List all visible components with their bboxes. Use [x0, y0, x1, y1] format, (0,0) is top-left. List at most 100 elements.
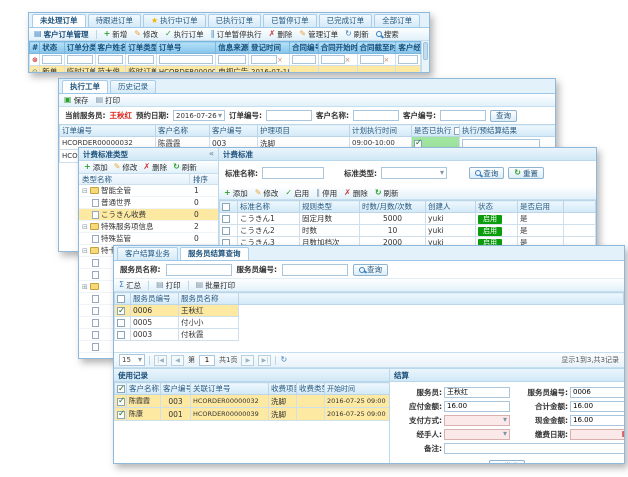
- page-size-select[interactable]: 15▾: [119, 354, 145, 366]
- last-page-button[interactable]: ▶|: [258, 355, 271, 366]
- cash-field[interactable]: [570, 415, 624, 426]
- attendant-field[interactable]: [444, 387, 510, 398]
- pay-button[interactable]: ✓缴费: [489, 460, 525, 464]
- collapse-icon[interactable]: «: [209, 150, 214, 158]
- usage-row[interactable]: 陈康 001 HCORDER00000039 洗脚 2016-07-25 09:…: [115, 408, 391, 421]
- tree-open-icon[interactable]: ⊟: [82, 223, 89, 231]
- column-header[interactable]: 标准名称: [238, 201, 300, 213]
- next-page-button[interactable]: ▶: [241, 355, 254, 366]
- customer-no-input[interactable]: [440, 110, 486, 121]
- column-header[interactable]: 信息来源: [216, 42, 249, 54]
- standard-name-input[interactable]: [262, 167, 324, 179]
- pay-method-select[interactable]: ▾: [444, 415, 510, 426]
- scrollbar-thumb[interactable]: [423, 42, 428, 60]
- total-field[interactable]: [570, 401, 624, 412]
- row-checkbox[interactable]: [222, 227, 230, 235]
- column-header[interactable]: 客户名称: [156, 125, 210, 137]
- row-checkbox[interactable]: [117, 319, 125, 327]
- column-header[interactable]: 关联订单号: [191, 383, 269, 395]
- payable-field[interactable]: [444, 401, 510, 412]
- column-header[interactable]: 合同截至时间: [357, 42, 396, 54]
- vertical-scrollbar[interactable]: [421, 41, 429, 73]
- filter-end-input[interactable]: [360, 55, 384, 64]
- filter-contract-input[interactable]: [292, 55, 316, 64]
- column-header[interactable]: 订单号: [156, 42, 215, 54]
- standard-row[interactable]: こうきん2 时数 10 yuki 启用 是: [220, 225, 596, 237]
- filter-status-input[interactable]: [42, 55, 62, 64]
- pause-order-button[interactable]: ∥订单暂停执行: [211, 29, 262, 40]
- column-header[interactable]: 客户编号: [210, 125, 258, 137]
- tab-paused-orders[interactable]: 已暂停订单: [263, 14, 317, 27]
- column-header[interactable]: 规则类型: [300, 201, 360, 213]
- column-header[interactable]: 登记时间: [249, 42, 290, 54]
- row-expander-icon[interactable]: ⊙: [32, 68, 38, 73]
- column-header[interactable]: 订单编号: [60, 125, 156, 137]
- tab-executing-orders[interactable]: ★执行中订单: [143, 14, 206, 27]
- column-header[interactable]: 客户姓名: [95, 42, 126, 54]
- row-checkbox[interactable]: [117, 398, 125, 406]
- add-type-button[interactable]: +添加: [84, 162, 108, 173]
- tree-node[interactable]: 特殊监管0: [79, 233, 218, 245]
- column-header[interactable]: 执行/预结算结果: [460, 125, 556, 137]
- customer-name-input[interactable]: [353, 110, 399, 121]
- filter-order-type-input[interactable]: [128, 55, 154, 64]
- column-header[interactable]: 状态: [476, 201, 518, 213]
- clear-icon[interactable]: ×: [277, 56, 283, 64]
- add-standard-button[interactable]: +添加: [224, 188, 248, 199]
- print-button[interactable]: ▤打印: [156, 280, 181, 291]
- add-order-button[interactable]: +新增: [104, 29, 128, 40]
- delete-standard-button[interactable]: ✗删除: [344, 188, 368, 199]
- pay-date-field[interactable]: ▦: [570, 429, 624, 440]
- tree-open-icon[interactable]: ⊟: [82, 247, 89, 255]
- filter-start-input[interactable]: [321, 55, 345, 64]
- column-header[interactable]: 护理项目: [258, 125, 350, 137]
- reset-button[interactable]: ↻重置: [508, 167, 544, 179]
- tab-customer-settlement[interactable]: 客户结算业务: [117, 247, 178, 260]
- disable-standard-button[interactable]: ∥停用: [316, 188, 337, 199]
- filter-source-input[interactable]: [218, 55, 246, 64]
- tree-node[interactable]: 普通世界0: [79, 197, 218, 209]
- summary-button[interactable]: Σ汇总: [119, 280, 141, 291]
- column-header[interactable]: [115, 293, 131, 305]
- save-button[interactable]: ▣保存: [64, 95, 89, 106]
- print-button[interactable]: ▤打印: [96, 95, 121, 106]
- column-header[interactable]: 状态: [40, 42, 65, 54]
- query-button[interactable]: 查询: [353, 264, 388, 276]
- query-button[interactable]: 查询: [469, 167, 504, 179]
- filter-regtime-input[interactable]: [251, 55, 277, 64]
- row-checkbox[interactable]: [117, 331, 125, 339]
- filter-order-no-input[interactable]: [159, 55, 213, 64]
- tab-history[interactable]: 历史记录: [110, 80, 156, 93]
- enable-standard-button[interactable]: ✓启用: [285, 188, 309, 199]
- column-header[interactable]: 客户名称: [127, 383, 161, 395]
- search-button[interactable]: 搜索: [376, 29, 399, 40]
- column-header[interactable]: 是否已执行: [412, 125, 460, 137]
- edit-type-button[interactable]: ✎修改: [114, 162, 138, 173]
- attendant-name-input[interactable]: [166, 264, 232, 276]
- row-checkbox[interactable]: [117, 307, 125, 315]
- column-header[interactable]: [115, 383, 127, 395]
- edit-standard-button[interactable]: ✎修改: [255, 188, 279, 199]
- column-header[interactable]: 客户经理: [396, 42, 421, 54]
- column-header[interactable]: 时数/月数/次数: [360, 201, 426, 213]
- column-header[interactable]: 是否启用: [518, 201, 564, 213]
- tab-all-orders[interactable]: 全部订单: [374, 14, 420, 27]
- tab-executed-orders[interactable]: 已执行订单: [208, 14, 262, 27]
- column-header[interactable]: 收费项目: [269, 383, 297, 395]
- column-header[interactable]: 创建人: [426, 201, 476, 213]
- handler-select[interactable]: ▾: [444, 429, 510, 440]
- execute-order-button[interactable]: ✓执行订单: [165, 29, 204, 40]
- tab-unprocessed-orders[interactable]: 未处理订单: [32, 14, 86, 27]
- column-header[interactable]: 订单类型: [126, 42, 157, 54]
- tree-node-selected[interactable]: こうきん收费0: [79, 209, 218, 221]
- column-header[interactable]: 计划执行时间: [350, 125, 412, 137]
- row-checkbox[interactable]: [222, 215, 230, 223]
- tree-node[interactable]: ⊟特殊服务项信息2: [79, 221, 218, 233]
- delete-type-button[interactable]: ✗删除: [143, 162, 167, 173]
- column-header[interactable]: #: [30, 42, 40, 54]
- usage-row[interactable]: 陈霞霞 003 HCORDER00000032 洗脚 2016-07-25 09…: [115, 395, 391, 408]
- select-all-checkbox[interactable]: [454, 127, 460, 135]
- prev-page-button[interactable]: ◀: [171, 355, 184, 366]
- filter-manager-input[interactable]: [398, 55, 418, 64]
- tab-followup-orders[interactable]: 待跟进订单: [88, 14, 142, 27]
